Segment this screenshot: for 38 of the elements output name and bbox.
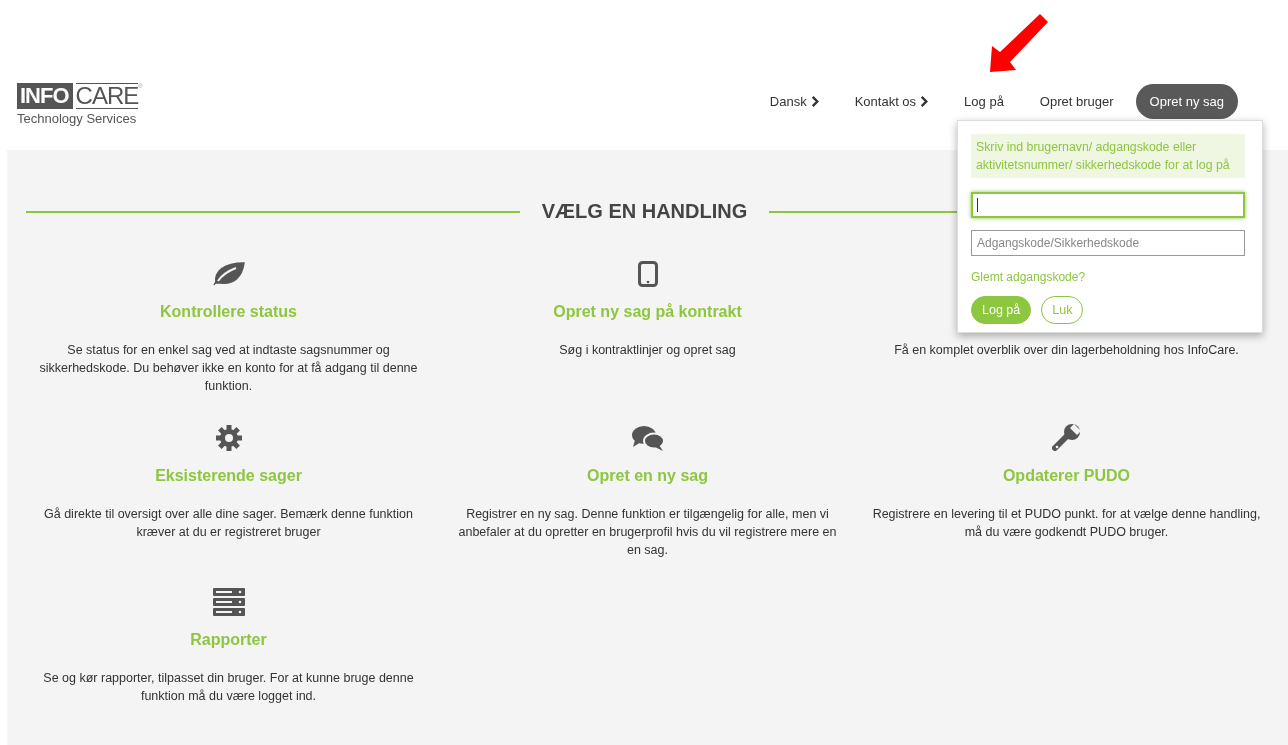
card-title[interactable]: Eksisterende sager <box>155 467 302 485</box>
card-title[interactable]: Kontrollere status <box>160 303 297 321</box>
close-button[interactable]: Luk <box>1041 296 1084 324</box>
wrench-icon <box>1051 423 1082 453</box>
chat-icon <box>630 424 665 452</box>
annotation-arrow <box>988 12 1048 72</box>
input-field[interactable] <box>971 192 1245 218</box>
nav-button[interactable]: Opret ny sag <box>1135 84 1238 119</box>
chevron-icon <box>920 96 929 107</box>
chevron-icon <box>810 96 819 107</box>
input-field[interactable]: Adgangskode/Sikkerhedskode <box>971 230 1245 256</box>
card-title[interactable]: Opdaterer PUDO <box>1002 467 1131 485</box>
tablet-icon <box>637 261 658 287</box>
nav-link[interactable]: Log på <box>946 86 1022 117</box>
settings-icon <box>214 424 243 452</box>
logo-wordmark: INFO <box>17 83 73 109</box>
card-description: Registrere en levering til et PUDO punkt. for at vælge denne handling, må du være godkendt PUDO bruger. <box>871 506 1262 541</box>
text-cursor <box>977 198 978 212</box>
login-button[interactable]: Log på <box>971 296 1032 324</box>
server-icon <box>211 588 246 616</box>
card-description: Få en komplet overblik over din lagerbeholdning hos InfoCare. <box>894 342 1239 359</box>
card-description: Registrer en ny sag. Denne funktion er tilgængelig for alle, men vi anbefaler at du opretter en brugerprofil hvis du vil registrere mere en en sag. <box>457 506 838 559</box>
nav-link[interactable]: Kontakt os <box>836 86 947 117</box>
logo-tagline: Technology Services <box>17 111 138 126</box>
logo-wordmark: CARE <box>75 83 139 109</box>
login-instructions: Skriv ind brugernavn/ adgangskode eller aktivitetsnummer/ sikkerhedskode for at log på <box>971 134 1245 178</box>
leaf-icon <box>211 261 246 287</box>
section-title: VÆLG EN HANDLING <box>541 200 748 223</box>
nav-link[interactable]: Opret bruger <box>1021 86 1132 117</box>
card-description: Gå direkte til oversigt over alle dine sager. Bemærk denne funktion kræver at du er registreret bruger <box>43 506 414 541</box>
card-description: Søg i kontraktlinjer og opret sag <box>559 342 736 359</box>
card-description: Se status for en enkel sag ved at indtaste sagsnummer og sikkerhedskode. Du behøver ikke en konto for at få adgang til denne funktion. <box>38 342 419 395</box>
card-title[interactable]: Opret en ny sag <box>587 467 708 485</box>
card-description: Se og kør rapporter, tilpasset din bruger. For at kunne bruge denne funktion må du være logget ind. <box>42 670 415 705</box>
nav-link[interactable]: Dansk <box>751 86 837 117</box>
card-title[interactable]: Rapporter <box>190 631 267 649</box>
forgot-password-link[interactable]: Glemt adgangskode? <box>971 270 1086 284</box>
card-title[interactable]: Opret ny sag på kontrakt <box>553 303 742 321</box>
